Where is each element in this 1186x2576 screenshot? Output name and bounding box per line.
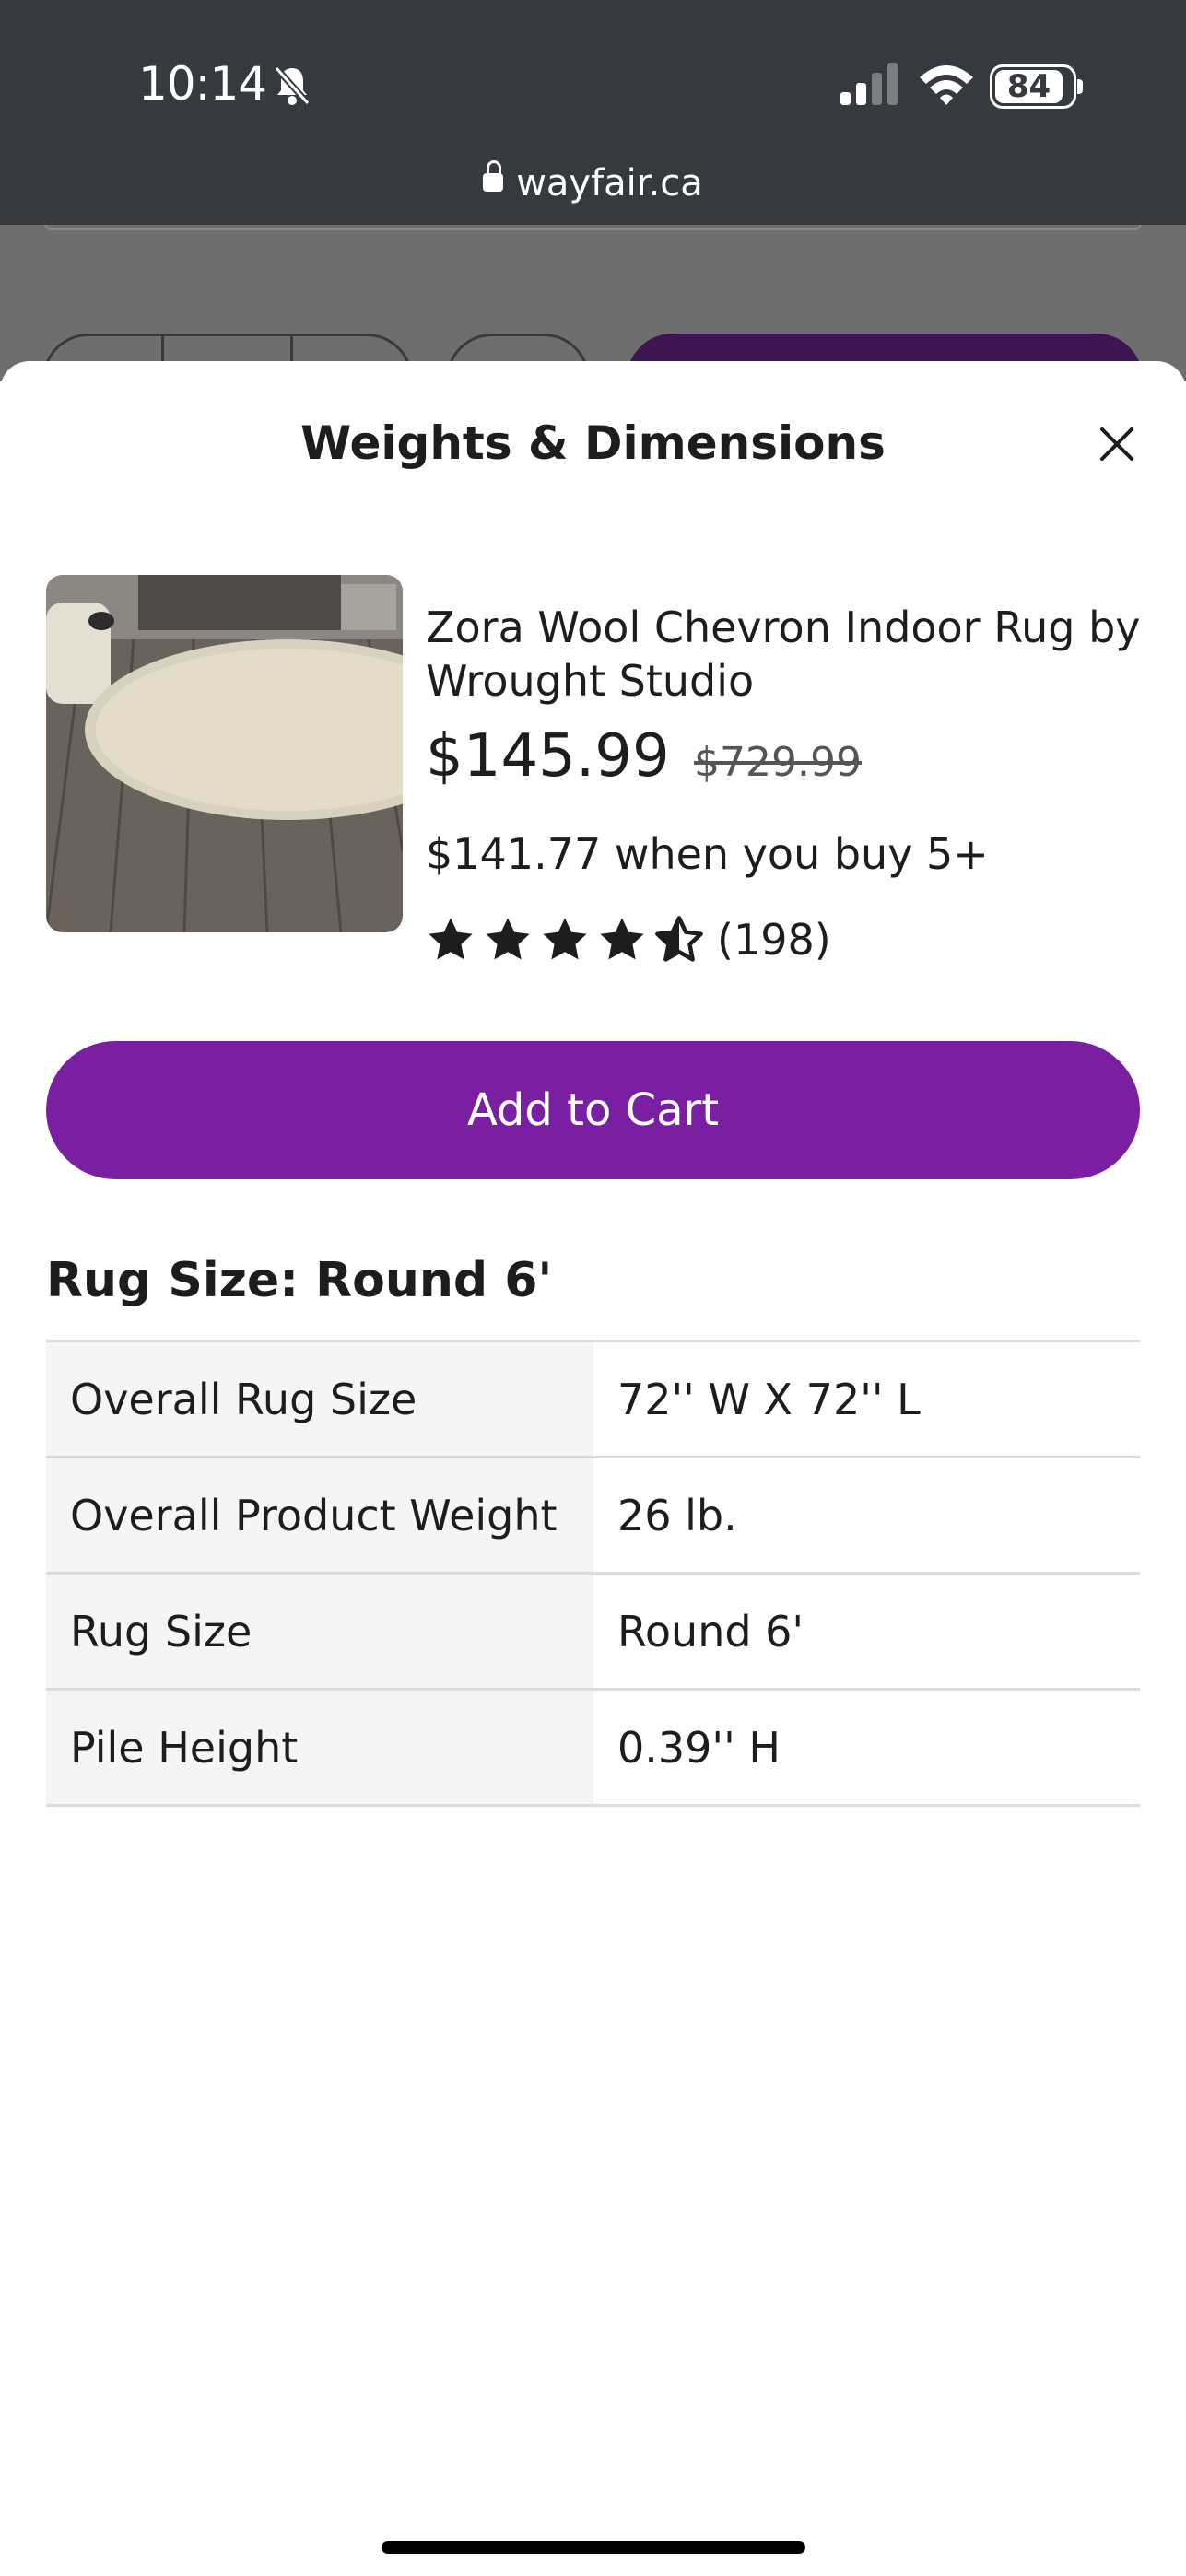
star-icon: [600, 918, 644, 960]
product-price: $145.99 $729.99: [426, 722, 862, 790]
status-time: 10:14: [138, 57, 267, 111]
url-text: wayfair.ca: [516, 162, 703, 205]
sale-price: $145.99: [426, 722, 670, 790]
section-heading: Rug Size: Round 6': [46, 1253, 553, 1308]
spec-label: Overall Product Weight: [46, 1457, 593, 1575]
battery-level: 84: [995, 70, 1063, 103]
add-to-cart-button[interactable]: Add to Cart: [46, 1041, 1140, 1179]
spec-label: Pile Height: [46, 1689, 593, 1807]
silent-bell-icon: [274, 65, 311, 106]
original-price: $729.99: [694, 739, 862, 786]
battery-icon: 84: [990, 64, 1083, 109]
rating[interactable]: (198): [426, 914, 831, 966]
close-icon[interactable]: [1097, 424, 1137, 464]
spec-label: Overall Rug Size: [46, 1340, 593, 1458]
star-icon: [543, 918, 587, 960]
wifi-icon: [920, 65, 973, 105]
specs-table: Overall Rug Size 72'' W X 72'' L Overall…: [46, 1340, 1140, 1807]
table-row: Rug Size Round 6': [46, 1573, 1140, 1691]
star-icon: [429, 918, 473, 960]
dimmed-page-background: [0, 225, 1186, 381]
spec-value: 0.39'' H: [593, 1689, 1140, 1807]
spec-value: 72'' W X 72'' L: [593, 1340, 1140, 1458]
spec-value: Round 6': [593, 1573, 1140, 1691]
sheet-title: Weights & Dimensions: [300, 416, 886, 470]
lock-icon: [483, 160, 504, 192]
table-row: Overall Rug Size 72'' W X 72'' L: [46, 1340, 1140, 1458]
address-bar[interactable]: wayfair.ca: [0, 160, 1186, 205]
home-indicator[interactable]: [382, 2541, 805, 2554]
product-name[interactable]: Zora Wool Chevron Indoor Rug by Wrought …: [426, 601, 1145, 708]
half-star-icon: [655, 916, 703, 962]
product-image: [46, 575, 403, 932]
review-count[interactable]: (198): [717, 915, 831, 965]
status-bar: 10:14 84 wayfair.ca: [0, 0, 1186, 225]
spec-value: 26 lb.: [593, 1457, 1140, 1575]
table-row: Pile Height 0.39'' H: [46, 1689, 1140, 1807]
spec-label: Rug Size: [46, 1573, 593, 1691]
bulk-price-note: $141.77 when you buy 5+: [426, 829, 989, 879]
cellular-signal-icon: [840, 63, 898, 105]
weights-dimensions-sheet: Weights & Dimensions Zora Wool Chevron I…: [0, 361, 1186, 2576]
table-row: Overall Product Weight 26 lb.: [46, 1457, 1140, 1575]
star-icon: [486, 918, 530, 960]
